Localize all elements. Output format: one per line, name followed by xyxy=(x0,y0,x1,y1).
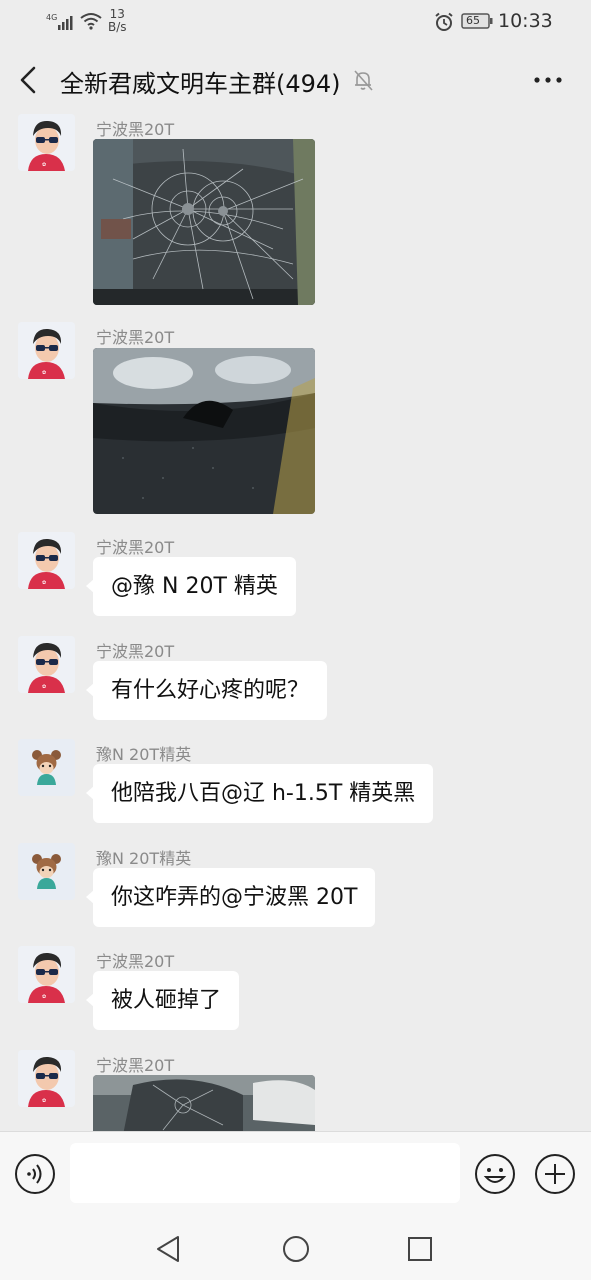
chat-header: 全新君威文明车主群(494) xyxy=(0,46,591,114)
sender-avatar[interactable] xyxy=(18,946,75,1003)
sender-avatar[interactable] xyxy=(18,1050,75,1107)
emoji-icon[interactable] xyxy=(474,1153,516,1195)
sender-avatar[interactable] xyxy=(18,739,75,796)
nav-recents-icon[interactable] xyxy=(406,1235,434,1263)
svg-text:4G: 4G xyxy=(46,13,57,22)
message-input-bar xyxy=(0,1131,591,1217)
smashed-car-photo xyxy=(93,1075,315,1131)
back-arrow-icon[interactable] xyxy=(14,64,44,96)
text-bubble[interactable]: 被人砸掉了 xyxy=(85,971,240,1030)
text-bubble[interactable]: 他陪我八百@辽 h-1.5T 精英黑 xyxy=(85,764,434,823)
chat-message-list[interactable]: ✿ 宁波黑20T xyxy=(0,114,591,1131)
sender-avatar[interactable] xyxy=(18,114,75,171)
sender-name: 宁波黑20T xyxy=(96,1056,175,1075)
sender-name: 宁波黑20T xyxy=(96,328,175,347)
sender-avatar[interactable] xyxy=(18,532,75,589)
alarm-clock-icon xyxy=(435,12,453,31)
network-speed-unit: B/s xyxy=(108,20,127,34)
message-input[interactable] xyxy=(70,1143,460,1203)
sender-name: 宁波黑20T xyxy=(96,120,175,139)
sender-avatar[interactable] xyxy=(18,636,75,693)
clock: 10:33 xyxy=(498,10,553,32)
more-options-icon[interactable] xyxy=(528,68,568,92)
sender-name: 宁波黑20T xyxy=(96,952,175,971)
chat-title: 全新君威文明车主群(494) xyxy=(60,70,341,98)
cellular-signal-icon: 4G xyxy=(46,13,73,30)
wifi-icon xyxy=(80,13,102,30)
system-navigation-bar xyxy=(0,1217,591,1280)
text-bubble[interactable]: @豫 N 20T 精英 xyxy=(86,557,296,616)
plus-more-icon[interactable] xyxy=(534,1153,576,1195)
sender-avatar[interactable] xyxy=(18,843,75,900)
network-speed: 13 B/s xyxy=(108,8,127,34)
sender-name: 豫N 20T精英 xyxy=(96,745,192,764)
image-message[interactable] xyxy=(93,139,315,305)
sender-avatar[interactable] xyxy=(18,322,75,379)
voice-input-icon[interactable] xyxy=(14,1153,56,1195)
sender-name: 豫N 20T精英 xyxy=(96,849,192,868)
sender-name: 宁波黑20T xyxy=(96,538,175,557)
status-bar: 4G 13 B/s 65 10:33 xyxy=(0,0,591,46)
image-message[interactable] xyxy=(93,348,315,514)
image-message[interactable] xyxy=(93,1075,315,1131)
text-bubble[interactable]: 有什么好心疼的呢？ xyxy=(85,661,328,720)
nav-back-icon[interactable] xyxy=(152,1233,186,1265)
battery-level: 65 xyxy=(466,14,480,27)
nav-home-icon[interactable] xyxy=(280,1233,312,1265)
damaged-headlight-photo xyxy=(93,348,315,514)
cracked-windshield-photo xyxy=(93,139,315,305)
text-bubble[interactable]: 你这咋弄的@宁波黑 20T xyxy=(85,868,376,927)
mute-bell-icon xyxy=(354,70,373,91)
sender-name: 宁波黑20T xyxy=(96,642,175,661)
